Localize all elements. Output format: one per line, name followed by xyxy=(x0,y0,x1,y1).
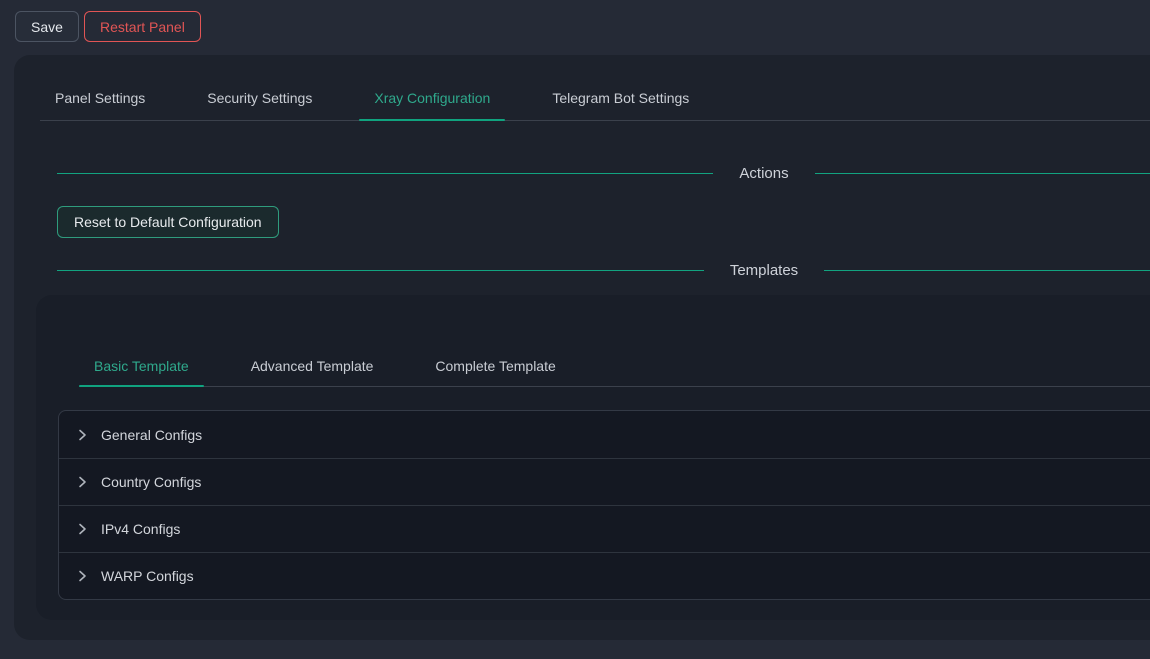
accordion-row-label: WARP Configs xyxy=(101,568,194,584)
settings-card: Panel Settings Security Settings Xray Co… xyxy=(14,55,1150,640)
divider-line xyxy=(57,173,713,174)
tab-complete-template[interactable]: Complete Template xyxy=(420,345,570,386)
actions-divider: Actions xyxy=(57,159,1150,187)
chevron-right-icon xyxy=(76,476,88,488)
save-button[interactable]: Save xyxy=(15,11,79,42)
tab-basic-template[interactable]: Basic Template xyxy=(79,345,204,386)
templates-card: Basic Template Advanced Template Complet… xyxy=(36,295,1150,620)
chevron-right-icon xyxy=(76,570,88,582)
actions-divider-title: Actions xyxy=(739,165,788,182)
tab-advanced-template[interactable]: Advanced Template xyxy=(236,345,389,386)
template-tab-bar: Basic Template Advanced Template Complet… xyxy=(79,345,1150,387)
divider-line xyxy=(57,270,704,271)
tab-panel-settings[interactable]: Panel Settings xyxy=(40,76,160,120)
tab-telegram-bot-settings[interactable]: Telegram Bot Settings xyxy=(537,76,704,120)
divider-line xyxy=(824,270,1150,271)
chevron-right-icon xyxy=(76,523,88,535)
reset-to-default-button[interactable]: Reset to Default Configuration xyxy=(57,206,279,238)
chevron-right-icon xyxy=(76,429,88,441)
accordion-row-ipv4-configs[interactable]: IPv4 Configs xyxy=(59,505,1150,552)
accordion-row-country-configs[interactable]: Country Configs xyxy=(59,458,1150,505)
tab-security-settings[interactable]: Security Settings xyxy=(192,76,327,120)
accordion-row-label: Country Configs xyxy=(101,474,201,490)
templates-divider-title: Templates xyxy=(730,262,798,279)
divider-line xyxy=(815,173,1150,174)
restart-panel-button[interactable]: Restart Panel xyxy=(84,11,201,42)
accordion-row-general-configs[interactable]: General Configs xyxy=(59,411,1150,458)
accordion-row-label: IPv4 Configs xyxy=(101,521,180,537)
top-toolbar: Save Restart Panel xyxy=(0,0,1150,55)
templates-divider: Templates xyxy=(57,256,1150,284)
accordion-row-label: General Configs xyxy=(101,427,202,443)
accordion-row-warp-configs[interactable]: WARP Configs xyxy=(59,552,1150,599)
config-accordion: General Configs Country Configs IPv4 Con… xyxy=(58,410,1150,600)
settings-tab-bar: Panel Settings Security Settings Xray Co… xyxy=(40,76,1150,121)
tab-xray-configuration[interactable]: Xray Configuration xyxy=(359,76,505,120)
